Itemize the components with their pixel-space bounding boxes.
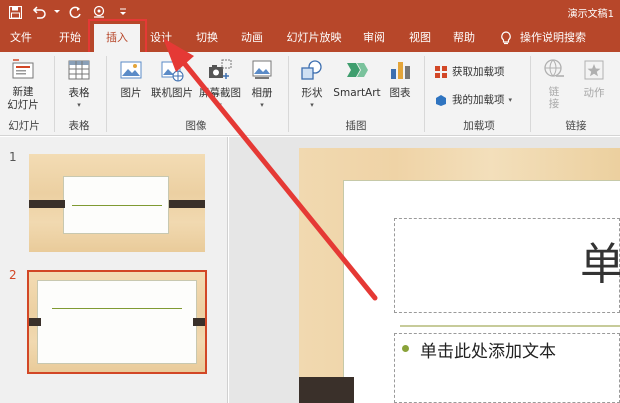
photo-album-button[interactable]: 相册 ▾: [246, 56, 278, 110]
smartart-label: SmartArt: [333, 87, 381, 99]
group-separator: [530, 56, 531, 132]
thumbnail-content-frame: [37, 280, 197, 364]
shapes-button[interactable]: 形状 ▾: [296, 56, 328, 110]
online-pictures-label: 联机图片: [151, 87, 193, 99]
smartart-icon: [343, 56, 371, 84]
tab-transitions[interactable]: 切换: [186, 24, 228, 52]
globe-link-icon: [540, 56, 568, 84]
link-label: 链 接: [548, 86, 560, 110]
group-label-illustrations: 插图: [345, 120, 367, 132]
tab-view[interactable]: 视图: [400, 24, 440, 52]
online-pictures-button[interactable]: 联机图片: [148, 56, 196, 100]
chart-icon: [386, 56, 414, 84]
table-button[interactable]: 表格 ▾: [62, 56, 96, 110]
shapes-label: 形状: [301, 87, 323, 99]
chart-label: 图表: [389, 87, 411, 99]
chevron-down-icon: ▾: [218, 101, 222, 109]
smartart-button[interactable]: SmartArt: [332, 56, 382, 100]
tell-me-search[interactable]: 操作说明搜索: [520, 24, 616, 52]
picture-icon: [117, 56, 145, 84]
my-addins-button[interactable]: 我的加载项 ▾: [434, 92, 512, 107]
group-separator: [106, 56, 107, 132]
photo-album-label: 相册: [251, 87, 273, 99]
chart-button[interactable]: 图表: [384, 56, 416, 100]
slide-divider-line: [400, 325, 620, 327]
action-label: 动作: [583, 87, 605, 99]
online-picture-icon: [158, 56, 186, 84]
new-slide-button[interactable]: 新建 幻灯片: [4, 56, 42, 112]
get-addins-label: 获取加载项: [452, 66, 505, 78]
store-icon: [435, 65, 447, 78]
chevron-down-icon: ▾: [77, 101, 81, 109]
chevron-down-icon: ▾: [260, 101, 264, 109]
star-action-icon: [580, 56, 608, 84]
chevron-down-icon: ▾: [508, 95, 513, 104]
tab-home[interactable]: 开始: [50, 24, 90, 52]
group-separator: [424, 56, 425, 132]
group-label-addins: 加载项: [463, 120, 495, 132]
slide-thumbnail-2[interactable]: [27, 270, 207, 374]
screenshot-button[interactable]: 屏幕截图 ▾: [196, 56, 244, 110]
tab-slideshow[interactable]: 幻灯片放映: [280, 24, 348, 52]
slide-number-selected: 2: [9, 268, 17, 282]
redo-icon[interactable]: [66, 3, 84, 21]
new-slide-label: 新建 幻灯片: [7, 86, 39, 111]
thumbnail-divider: [72, 205, 162, 206]
camera-icon: [206, 56, 234, 84]
pictures-button[interactable]: 图片: [114, 56, 148, 100]
body-placeholder-text: 单击此处添加文本: [420, 342, 556, 362]
document-title: 演示文稿1: [567, 9, 614, 20]
title-placeholder-text: 单: [580, 239, 620, 290]
group-label-images: 图像: [185, 120, 207, 132]
pictures-label: 图片: [120, 87, 142, 99]
slide-dark-band: [299, 377, 354, 403]
table-label: 表格: [68, 87, 90, 99]
tab-help[interactable]: 帮助: [444, 24, 484, 52]
group-label-slides: 幻灯片: [8, 120, 40, 132]
slide-thumbnail-1[interactable]: [29, 154, 205, 252]
tab-review[interactable]: 审阅: [354, 24, 394, 52]
group-label-tables: 表格: [68, 120, 90, 132]
bullet-icon: [402, 345, 409, 352]
undo-icon[interactable]: [30, 3, 48, 21]
action-button[interactable]: 动作: [576, 56, 612, 100]
undo-dropdown-icon[interactable]: [54, 3, 60, 21]
screenshot-label: 屏幕截图: [199, 87, 241, 99]
thumbnail-left-band: [29, 318, 41, 326]
save-icon[interactable]: [6, 3, 24, 21]
thumbnail-divider: [52, 308, 182, 309]
group-label-links: 链接: [565, 120, 587, 132]
link-button[interactable]: 链 接: [536, 56, 572, 110]
thumbnail-right-band: [169, 200, 205, 208]
my-addins-label: 我的加载项: [452, 94, 505, 106]
addins-icon: [436, 94, 446, 106]
shapes-icon: [298, 56, 326, 84]
get-addins-button[interactable]: 获取加载项: [434, 64, 505, 79]
lightbulb-icon: [501, 31, 511, 45]
group-separator: [288, 56, 289, 132]
table-icon: [65, 56, 93, 84]
thumbnail-right-band: [193, 318, 205, 326]
new-slide-icon: [9, 56, 37, 84]
thumbnail-content-frame: [63, 176, 169, 234]
group-separator: [54, 56, 55, 132]
photo-album-icon: [248, 56, 276, 84]
ribbon-insert: 新建 幻灯片 表格 ▾ 图片 联机图片 屏幕截图 ▾ 相册 ▾ 形状 ▾ Sma…: [0, 52, 620, 136]
tab-file[interactable]: 文件: [0, 24, 42, 52]
chevron-down-icon: ▾: [310, 101, 314, 109]
slide-number: 1: [9, 150, 17, 164]
tab-animations[interactable]: 动画: [230, 24, 274, 52]
thumbnail-left-band: [29, 200, 65, 208]
